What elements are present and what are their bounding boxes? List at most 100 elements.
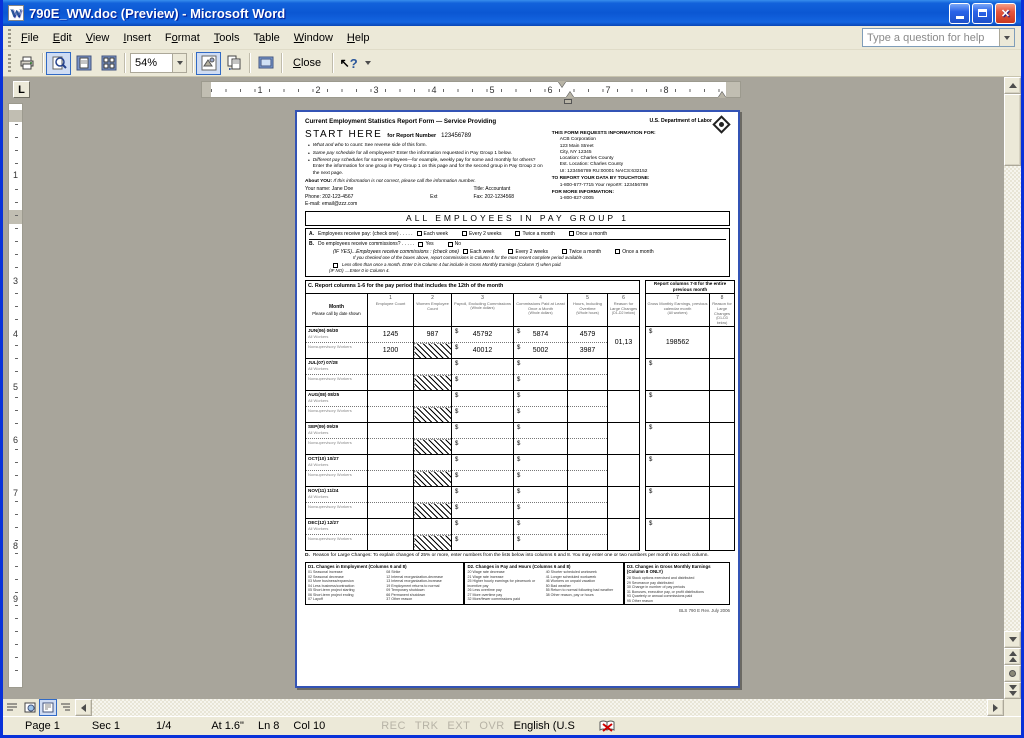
data-cell-non-col4: $5002 — [514, 343, 568, 359]
menu-view[interactable]: View — [79, 28, 117, 48]
data-cell-all-col4: $ — [514, 455, 568, 471]
data-cell-all-col1 — [368, 519, 414, 535]
status-bar: Page 1 Sec 1 1/4 At 1.6" Ln 8 Col 10 REC… — [3, 716, 1021, 735]
scroll-left-button[interactable] — [75, 699, 92, 716]
pay-group-banner: ALL EMPLOYEES IN PAY GROUP 1 — [305, 211, 730, 226]
help-question-placeholder: Type a question for help — [867, 32, 984, 44]
previous-page-button[interactable] — [1004, 648, 1021, 665]
one-page-icon — [76, 55, 92, 71]
multiple-pages-button[interactable] — [96, 52, 121, 75]
reason-code-boxes: D1. Changes in Employment (Columns 6 and… — [305, 562, 730, 605]
status-mode-rec[interactable]: REC — [381, 720, 406, 732]
month-cell: SEP(09) 09/29All Workers — [306, 423, 368, 439]
toolbar-options-button[interactable] — [365, 61, 371, 65]
document-page[interactable]: Current Employment Statistics Report For… — [295, 110, 740, 688]
select-browse-object-button[interactable] — [1004, 665, 1021, 682]
hanging-indent-marker[interactable] — [566, 92, 574, 98]
data-cell-all-col1 — [368, 423, 414, 439]
reason-col6-cell — [608, 487, 640, 519]
minimize-button[interactable] — [949, 3, 970, 24]
gross-earnings-cell: $ — [646, 455, 710, 487]
print-preview-toolbar: 54% — [3, 50, 1021, 77]
tab-stop-selector[interactable]: L — [13, 81, 30, 98]
data-cell-all-col4: $5874 — [514, 327, 568, 343]
hatched-cell — [414, 375, 452, 391]
reason-col8-cell — [710, 423, 735, 455]
menu-bar: FileEditViewInsertFormatToolsTableWindow… — [3, 26, 1021, 50]
reason-box-d2: D2. Changes in Pay and Hours (Columns 6 … — [464, 562, 623, 605]
data-cell-non-col4: $ — [514, 535, 568, 551]
scroll-down-button[interactable] — [1004, 631, 1021, 648]
vruler-number-8: 8 — [9, 541, 22, 552]
start-here-label: START HERE — [305, 128, 382, 141]
vertical-scroll-thumb[interactable] — [1004, 94, 1021, 166]
scroll-right-button[interactable] — [987, 699, 1004, 716]
reason-col6-cell — [608, 359, 640, 391]
data-cell-non-col3: $ — [452, 471, 514, 487]
status-mode-ext[interactable]: EXT — [447, 720, 470, 732]
multiple-pages-icon — [101, 55, 117, 71]
report-number-value: 123456789 — [441, 133, 471, 141]
print-button[interactable] — [14, 52, 39, 75]
zoom-dropdown-arrow[interactable] — [172, 54, 186, 72]
vertical-ruler: 13456789 — [8, 103, 23, 688]
web-layout-view-button[interactable] — [21, 699, 39, 716]
menu-insert[interactable]: Insert — [116, 28, 158, 48]
scroll-up-button[interactable] — [1004, 77, 1021, 94]
data-cell-all-col5 — [568, 487, 608, 503]
data-cell-non-col5 — [568, 439, 608, 455]
zoom-dropdown[interactable]: 54% — [130, 53, 187, 73]
data-cell-non-col5 — [568, 503, 608, 519]
toolbar-grip-handle[interactable] — [7, 54, 12, 72]
form-title: Current Employment Statistics Report For… — [305, 118, 546, 126]
restore-button[interactable] — [972, 3, 993, 24]
menu-help[interactable]: Help — [340, 28, 377, 48]
data-cell-all-col2: 987 — [414, 327, 452, 343]
right-indent-marker[interactable] — [718, 92, 726, 98]
word-app-icon[interactable]: W — [8, 5, 24, 21]
one-page-button[interactable] — [71, 52, 96, 75]
menu-table[interactable]: Table — [246, 28, 286, 48]
help-button[interactable]: ↖? — [336, 52, 361, 75]
data-cell-all-col3: $45792 — [452, 327, 514, 343]
data-cell-all-col3: $ — [452, 487, 514, 503]
reason-col6-cell — [608, 455, 640, 487]
shrink-to-fit-button[interactable] — [221, 52, 246, 75]
outline-view-button[interactable] — [57, 699, 75, 716]
print-layout-view-button[interactable] — [39, 699, 57, 716]
menubar-grip-handle[interactable] — [7, 29, 12, 47]
help-question-dropdown[interactable] — [999, 29, 1014, 46]
hruler-number-7: 7 — [603, 85, 612, 96]
status-line: Ln 8 — [258, 720, 279, 732]
data-cell-non-col3: $ — [452, 439, 514, 455]
close-preview-button[interactable]: Close — [285, 53, 329, 73]
menu-window[interactable]: Window — [287, 28, 340, 48]
data-cell-non-col5 — [568, 535, 608, 551]
menu-tools[interactable]: Tools — [207, 28, 247, 48]
status-mode-trk[interactable]: TRK — [415, 720, 439, 732]
dol-ids: UI: 123456789 RU:00001 NAICS:632152 — [560, 169, 730, 175]
spelling-status-icon[interactable] — [599, 720, 615, 733]
data-cell-non-col5 — [568, 471, 608, 487]
menu-file[interactable]: File — [14, 28, 46, 48]
left-indent-marker[interactable] — [564, 99, 572, 104]
horizontal-scroll-track[interactable] — [92, 699, 987, 716]
magnifier-button[interactable] — [46, 52, 71, 75]
normal-view-button[interactable] — [3, 699, 21, 716]
month-cell-nonsupervisory: Nonsupervisory Workers — [306, 535, 368, 551]
data-cell-non-col4: $ — [514, 503, 568, 519]
vertical-scroll-track[interactable] — [1004, 94, 1021, 631]
next-page-button[interactable] — [1004, 682, 1021, 699]
view-ruler-button[interactable] — [196, 52, 221, 75]
help-question-input[interactable]: Type a question for help — [862, 28, 1015, 47]
column-header-2: 2Women Employee Count — [414, 293, 452, 327]
first-line-indent-marker[interactable] — [558, 81, 566, 87]
vertical-scrollbar — [1004, 77, 1021, 699]
data-cell-non-col1 — [368, 535, 414, 551]
full-screen-button[interactable] — [253, 52, 278, 75]
menu-format[interactable]: Format — [158, 28, 207, 48]
close-window-button[interactable]: ✕ — [995, 3, 1016, 24]
menu-edit[interactable]: Edit — [46, 28, 79, 48]
status-mode-ovr[interactable]: OVR — [479, 720, 504, 732]
data-cell-non-col3: $ — [452, 535, 514, 551]
